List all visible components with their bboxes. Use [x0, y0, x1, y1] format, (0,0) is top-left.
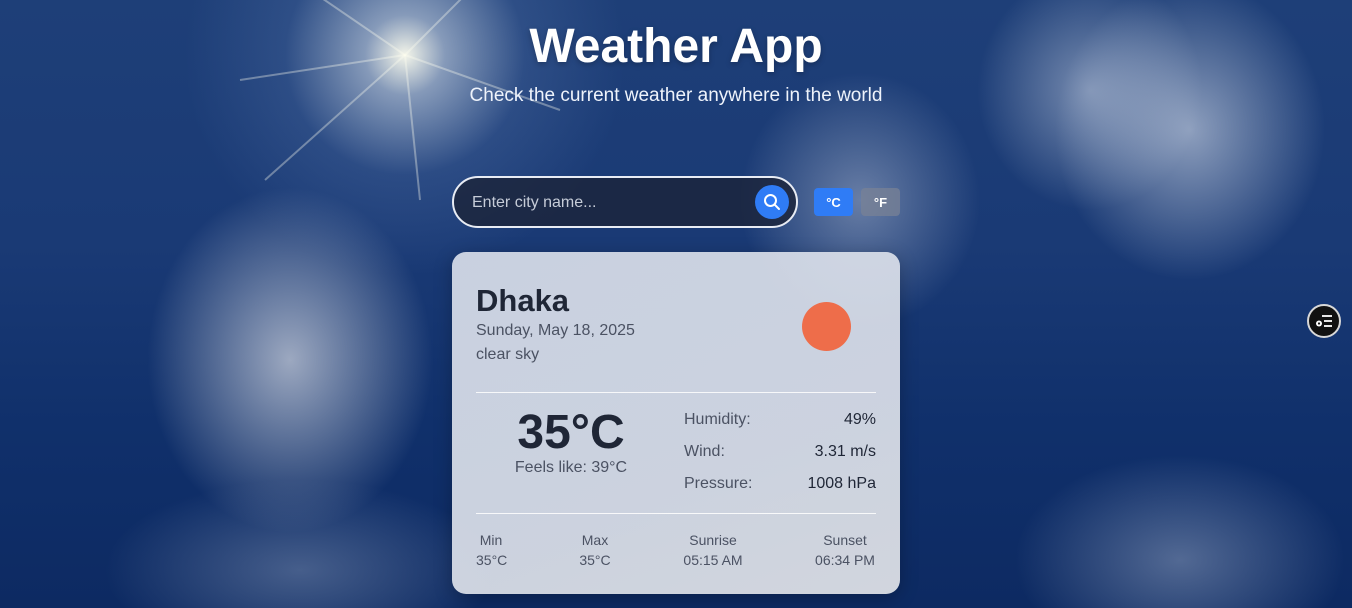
min-value: 35°C [476, 552, 508, 568]
current-temperature: 35°C [517, 406, 625, 459]
card-divider [476, 513, 876, 514]
wind-row: Wind: 3.31 m/s [684, 443, 876, 465]
sunrise-stat: Sunrise 05:15 AM [678, 531, 748, 571]
wind-value: 3.31 m/s [814, 443, 876, 460]
sunset-stat: Sunset 06:34 PM [812, 531, 878, 571]
card-divider [476, 392, 876, 393]
min-temp-stat: Min 35°C [476, 531, 508, 571]
search-bar [452, 176, 798, 228]
max-value: 35°C [579, 552, 611, 568]
sunrise-label: Sunrise [689, 532, 737, 548]
celsius-toggle-button[interactable]: °C [814, 188, 853, 216]
search-icon [763, 193, 781, 211]
fahrenheit-toggle-button[interactable]: °F [861, 188, 900, 216]
humidity-label: Humidity: [684, 411, 751, 428]
page-header: Weather App Check the current weather an… [0, 18, 1352, 108]
pressure-label: Pressure: [684, 475, 753, 492]
page-subtitle: Check the current weather anywhere in th… [469, 85, 883, 106]
feels-like: Feels like: 39°C [514, 459, 628, 476]
max-label: Max [581, 532, 609, 548]
humidity-row: Humidity: 49% [684, 411, 876, 433]
page-title: Weather App [529, 20, 823, 73]
city-name: Dhaka [476, 283, 570, 318]
floating-settings-button[interactable] [1307, 304, 1341, 338]
sunrise-value: 05:15 AM [683, 552, 743, 568]
city-search-input[interactable] [470, 188, 744, 218]
sun-icon [802, 302, 851, 351]
max-temp-stat: Max 35°C [576, 531, 614, 571]
min-label: Min [479, 532, 503, 548]
sunset-label: Sunset [823, 532, 867, 548]
pressure-value: 1008 hPa [807, 475, 876, 492]
weather-condition: clear sky [476, 346, 540, 363]
wind-label: Wind: [684, 443, 725, 460]
settings-list-icon [1315, 314, 1333, 328]
sunset-value: 06:34 PM [815, 552, 875, 568]
humidity-value: 49% [843, 411, 876, 428]
weather-date: Sunday, May 18, 2025 [476, 322, 635, 339]
weather-card: Dhaka Sunday, May 18, 2025 clear sky 35°… [452, 252, 900, 594]
search-button[interactable] [755, 185, 789, 219]
pressure-row: Pressure: 1008 hPa [684, 475, 876, 497]
